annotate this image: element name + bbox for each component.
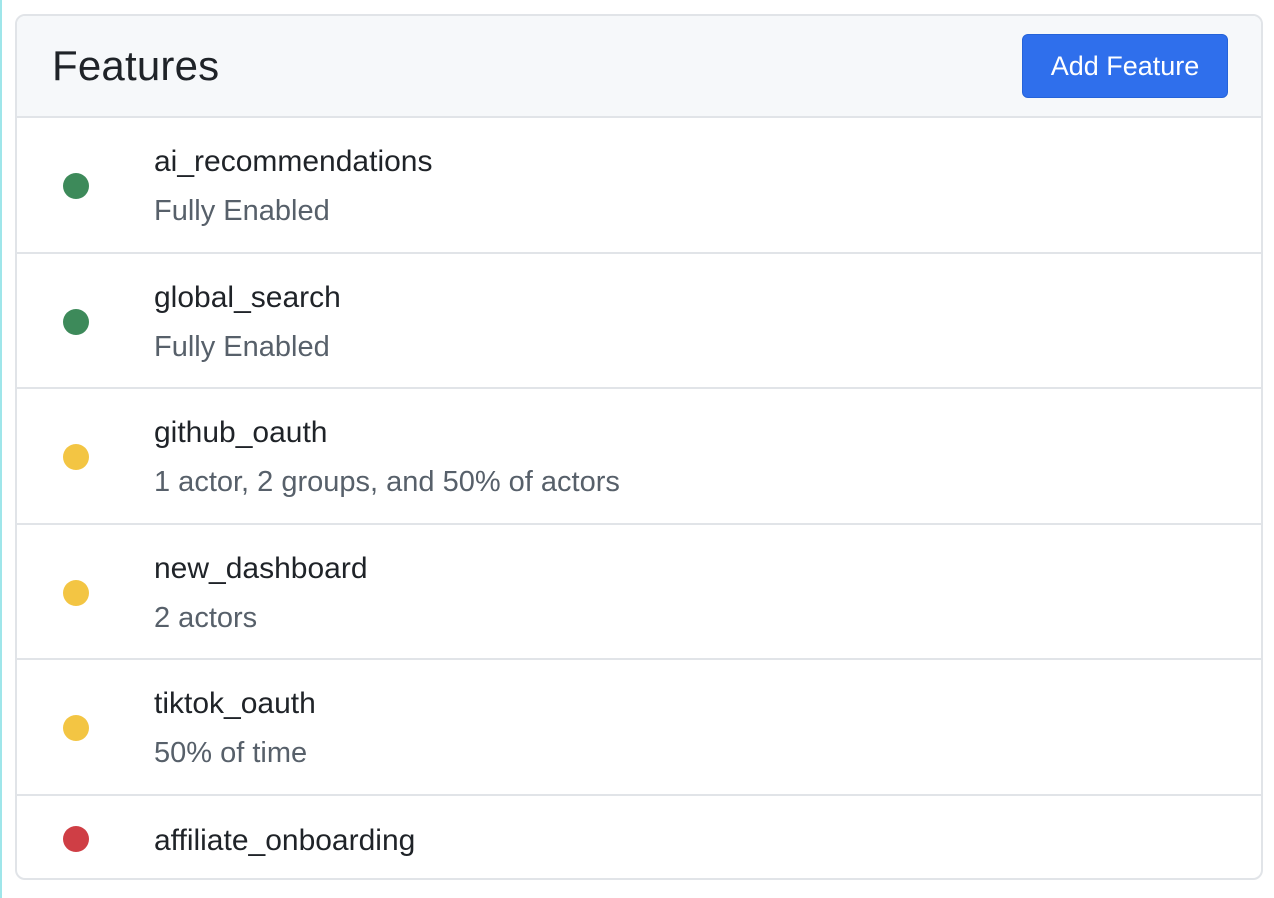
- status-dot-icon: [63, 173, 89, 199]
- feature-description: 1 actor, 2 groups, and 50% of actors: [154, 466, 620, 498]
- add-feature-button[interactable]: Add Feature: [1022, 34, 1228, 98]
- feature-description: 2 actors: [154, 601, 258, 634]
- feature-text: new_dashboard 2 actors: [154, 549, 368, 638]
- feature-description: 50% of time: [154, 737, 308, 769]
- feature-text: ai_recommendations Fully Enabled: [154, 142, 432, 231]
- feature-description: Fully Enabled: [154, 330, 330, 363]
- feature-description: Fully Enabled: [154, 195, 330, 227]
- card-header: Features Add Feature: [17, 16, 1261, 118]
- feature-text: affiliate_onboarding: [154, 821, 415, 861]
- feature-list: ai_recommendations Fully Enabled global_…: [17, 118, 1261, 879]
- feature-row-global-search[interactable]: global_search Fully Enabled: [17, 254, 1261, 389]
- feature-name[interactable]: tiktok_oauth: [154, 684, 316, 724]
- feature-row-new-dashboard[interactable]: new_dashboard 2 actors: [17, 525, 1261, 660]
- feature-name[interactable]: new_dashboard: [154, 549, 368, 589]
- status-dot-icon: [63, 715, 89, 741]
- features-card: Features Add Feature ai_recommendations …: [15, 14, 1263, 880]
- status-dot-icon: [63, 825, 89, 852]
- feature-name[interactable]: ai_recommendations: [154, 142, 432, 182]
- feature-text: tiktok_oauth 50% of time: [154, 684, 316, 773]
- feature-name[interactable]: github_oauth: [154, 413, 620, 453]
- page-title: Features: [52, 42, 220, 89]
- status-dot-icon: [63, 579, 89, 606]
- feature-row-affiliate-onboarding[interactable]: affiliate_onboarding: [17, 796, 1261, 879]
- status-dot-icon: [63, 444, 89, 470]
- feature-name[interactable]: affiliate_onboarding: [154, 821, 415, 861]
- feature-row-tiktok-oauth[interactable]: tiktok_oauth 50% of time: [17, 660, 1261, 796]
- feature-text: global_search Fully Enabled: [154, 278, 341, 367]
- feature-name[interactable]: global_search: [154, 278, 341, 318]
- status-dot-icon: [63, 308, 89, 335]
- feature-text: github_oauth 1 actor, 2 groups, and 50% …: [154, 413, 620, 502]
- feature-row-github-oauth[interactable]: github_oauth 1 actor, 2 groups, and 50% …: [17, 389, 1261, 525]
- feature-row-ai-recommendations[interactable]: ai_recommendations Fully Enabled: [17, 118, 1261, 254]
